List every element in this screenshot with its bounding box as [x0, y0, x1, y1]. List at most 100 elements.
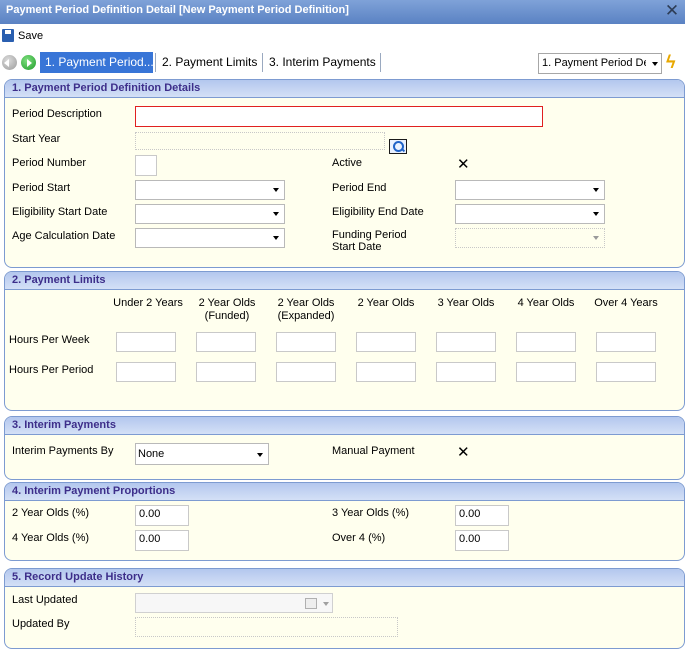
back-arrow-icon[interactable] [2, 55, 17, 70]
active-checkbox[interactable]: ✕ [457, 157, 470, 172]
tab-divider [380, 53, 381, 72]
last-updated-label: Last Updated [12, 594, 78, 606]
floppy-disk-icon [2, 29, 14, 42]
period-start-label: Period Start [12, 182, 71, 194]
section-header: 2. Payment Limits [5, 272, 684, 290]
close-icon[interactable]: ✕ [663, 1, 681, 21]
hours-per-week-input[interactable] [276, 332, 336, 352]
section-header: 3. Interim Payments [5, 417, 684, 435]
period-end-label: Period End [332, 182, 387, 194]
tab-interim-payments[interactable]: 3. Interim Payments [264, 52, 381, 73]
eligibility-end-date-picker[interactable] [455, 204, 605, 224]
chevron-down-icon [257, 453, 263, 460]
active-label: Active [332, 157, 362, 169]
column-header: Under 2 Years [113, 297, 183, 309]
chevron-down-icon [593, 188, 599, 195]
save-button[interactable]: Save [2, 29, 43, 42]
three-year-olds-input[interactable]: 0.00 [455, 505, 509, 526]
column-header: Over 4 Years [594, 297, 658, 309]
eligibility-start-date-picker[interactable] [135, 204, 285, 224]
column-header: 2 Year Olds (Funded) [198, 297, 256, 322]
chevron-down-icon [273, 212, 279, 219]
hours-per-period-input[interactable] [276, 362, 336, 382]
last-updated-date-picker [135, 593, 333, 613]
section-payment-period-details: 1. Payment Period Definition Details Per… [4, 79, 685, 268]
over-four-label: Over 4 (%) [332, 532, 386, 544]
hours-per-period-input[interactable] [356, 362, 416, 382]
manual-payment-checkbox[interactable]: ✕ [457, 445, 470, 460]
hours-per-week-input[interactable] [356, 332, 416, 352]
period-description-input[interactable] [135, 106, 543, 127]
interim-payments-by-value: None [138, 448, 165, 460]
hours-per-period-input[interactable] [436, 362, 496, 382]
start-year-label: Start Year [12, 133, 61, 145]
tab-payment-period[interactable]: 1. Payment Period... [40, 52, 153, 73]
section-interim-payment-proportions: 4. Interim Payment Proportions 2 Year Ol… [4, 482, 685, 561]
section-interim-payments: 3. Interim Payments Interim Payments By … [4, 416, 685, 480]
period-description-label: Period Description [12, 108, 102, 120]
calendar-icon [305, 598, 317, 609]
section-jump-dropdown[interactable]: 1. Payment Period De [538, 53, 662, 74]
updated-by-label: Updated By [12, 618, 70, 630]
section-header: 1. Payment Period Definition Details [5, 80, 684, 98]
chevron-down-icon [593, 212, 599, 219]
chevron-down-icon [652, 62, 658, 69]
save-label: Save [18, 29, 44, 42]
funding-period-start-date-picker [455, 228, 605, 248]
updated-by-field [135, 617, 398, 637]
chevron-down-icon [593, 236, 599, 243]
interim-payments-by-select[interactable]: None [135, 443, 269, 465]
hours-per-period-input[interactable] [516, 362, 576, 382]
funding-period-label: Funding Period [332, 229, 407, 241]
hours-per-week-input[interactable] [596, 332, 656, 352]
interim-payments-by-label: Interim Payments By [12, 445, 114, 457]
tab-divider [262, 53, 263, 72]
period-number-input[interactable] [135, 155, 157, 176]
tab-divider [155, 53, 156, 72]
column-header: 2 Year Olds (Expanded) [277, 297, 335, 322]
age-calculation-label: Age Calculation Date [12, 230, 116, 242]
period-start-date-picker[interactable] [135, 180, 285, 200]
hours-per-period-input[interactable] [596, 362, 656, 382]
section-navigation: 1. Payment Period... 2. Payment Limits 3… [0, 51, 685, 75]
column-header: 4 Year Olds [517, 297, 575, 309]
hours-per-week-input[interactable] [436, 332, 496, 352]
hours-per-week-input[interactable] [516, 332, 576, 352]
section-header: 5. Record Update History [5, 569, 684, 587]
lightning-icon[interactable]: ϟ [666, 51, 682, 73]
window-title: Payment Period Definition Detail [New Pa… [6, 4, 349, 16]
four-year-olds-input[interactable]: 0.00 [135, 530, 189, 551]
funding-start-date-label: Start Date [332, 241, 382, 253]
hours-per-period-input[interactable] [116, 362, 176, 382]
section-payment-limits: 2. Payment Limits Under 2 Years 2 Year O… [4, 271, 685, 411]
chevron-down-icon [323, 602, 329, 609]
age-calculation-date-picker[interactable] [135, 228, 285, 248]
hours-per-week-label: Hours Per Week [9, 334, 90, 346]
hours-per-period-label: Hours Per Period [9, 364, 94, 376]
section-jump-value: 1. Payment Period De [542, 57, 646, 69]
eligibility-end-label: Eligibility End Date [332, 206, 424, 218]
manual-payment-label: Manual Payment [332, 445, 415, 457]
hours-per-week-input[interactable] [196, 332, 256, 352]
period-end-date-picker[interactable] [455, 180, 605, 200]
tab-payment-limits[interactable]: 2. Payment Limits [157, 52, 262, 73]
column-header: 3 Year Olds [437, 297, 495, 309]
chevron-down-icon [273, 188, 279, 195]
forward-arrow-icon[interactable] [21, 55, 36, 70]
start-year-input[interactable] [135, 132, 385, 150]
over-four-input[interactable]: 0.00 [455, 530, 509, 551]
search-button[interactable] [389, 139, 407, 154]
three-year-olds-label: 3 Year Olds (%) [332, 507, 410, 519]
hours-per-period-input[interactable] [196, 362, 256, 382]
two-year-olds-label: 2 Year Olds (%) [12, 507, 90, 519]
section-record-update-history: 5. Record Update History Last Updated Up… [4, 568, 685, 649]
column-header: 2 Year Olds [357, 297, 415, 309]
window-title-bar: Payment Period Definition Detail [New Pa… [0, 0, 685, 24]
hours-per-week-input[interactable] [116, 332, 176, 352]
four-year-olds-label: 4 Year Olds (%) [12, 532, 90, 544]
two-year-olds-input[interactable]: 0.00 [135, 505, 189, 526]
chevron-down-icon [273, 236, 279, 243]
period-number-label: Period Number [12, 157, 86, 169]
section-header: 4. Interim Payment Proportions [5, 483, 684, 501]
eligibility-start-label: Eligibility Start Date [12, 206, 108, 218]
